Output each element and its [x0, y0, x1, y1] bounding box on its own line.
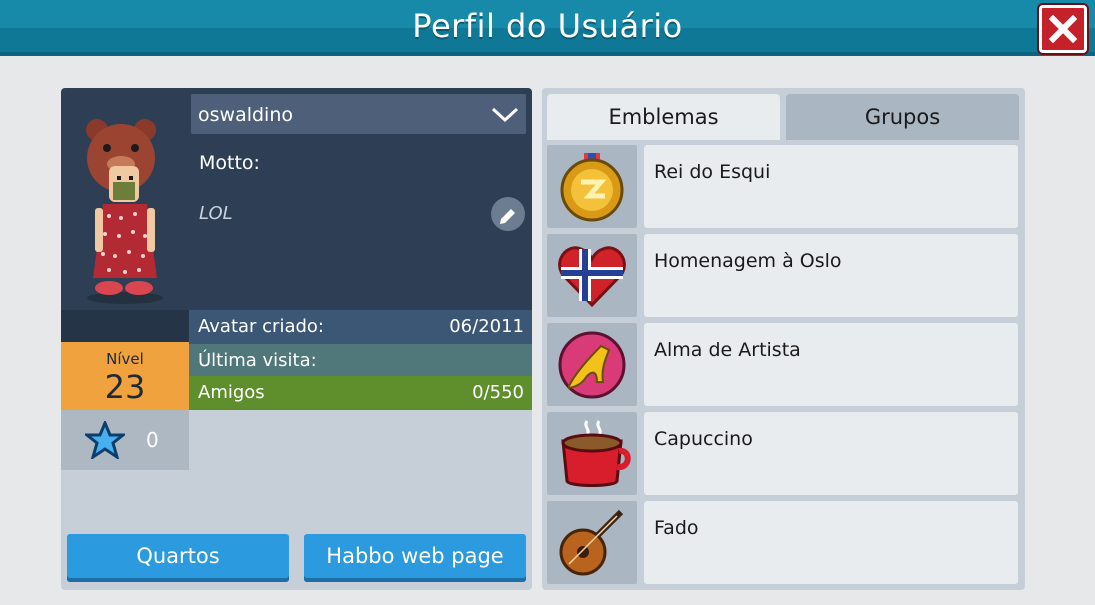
friends-count: 0/550	[472, 382, 524, 403]
chevron-down-icon	[491, 107, 519, 123]
badge-label: Fado	[654, 517, 699, 539]
badge-label-box: Alma de Artista	[644, 323, 1018, 406]
badge-item[interactable]: Rei do Esqui	[547, 145, 1018, 228]
level-value: 23	[104, 368, 146, 406]
avatar	[61, 88, 189, 310]
badge-icon-box	[547, 501, 637, 584]
motto-value: LOL	[199, 203, 233, 224]
profile-info-panel: oswaldino Motto: LOL Avatar criado: 06/2…	[61, 88, 532, 590]
friends-row[interactable]: Amigos 0/550	[189, 376, 532, 410]
motto-label: Motto:	[199, 152, 260, 174]
profile-header: oswaldino Motto: LOL	[189, 88, 532, 310]
close-button[interactable]	[1039, 5, 1087, 53]
user-profile-window: Perfil do Usuário oswaldino Motto: LOL A…	[0, 0, 1095, 605]
avatar-created-value: 06/2011	[449, 316, 524, 337]
badge-item[interactable]: Alma de Artista	[547, 323, 1018, 406]
star-gems: 0	[61, 410, 189, 470]
badge-label: Capuccino	[654, 428, 753, 450]
tab-groups[interactable]: Grupos	[786, 94, 1019, 140]
badge-icon-box	[547, 145, 637, 228]
friends-label: Amigos	[198, 382, 265, 403]
badge-item[interactable]: Homenagem à Oslo	[547, 234, 1018, 317]
web-page-button[interactable]: Habbo web page	[304, 534, 526, 582]
edit-motto-button[interactable]	[491, 197, 525, 231]
high-heel-icon	[558, 331, 626, 399]
badge-label-box: Capuccino	[644, 412, 1018, 495]
badge-item[interactable]: Capuccino	[547, 412, 1018, 495]
star-count: 0	[146, 428, 159, 452]
username: oswaldino	[198, 104, 293, 126]
avatar-footer	[61, 310, 189, 342]
badge-label-box: Fado	[644, 501, 1018, 584]
badge-icon-box	[547, 234, 637, 317]
badge-icon-box	[547, 323, 637, 406]
rooms-button[interactable]: Quartos	[67, 534, 289, 582]
mandolin-icon	[559, 509, 624, 576]
coffee-cup-icon	[561, 420, 631, 487]
gold-medal-icon	[560, 153, 624, 222]
star-icon	[85, 421, 125, 459]
badge-label: Alma de Artista	[654, 339, 801, 361]
last-visit-label: Última visita:	[198, 350, 317, 371]
close-icon	[1049, 15, 1077, 43]
tab-badges[interactable]: Emblemas	[547, 94, 780, 140]
badge-label-box: Rei do Esqui	[644, 145, 1018, 228]
level-badge: Nível 23	[61, 342, 189, 410]
avatar-created-label: Avatar criado:	[198, 316, 324, 337]
badges-panel: Emblemas Grupos Rei do Esqui Homenagem à…	[542, 88, 1025, 590]
level-label: Nível	[106, 350, 144, 368]
badge-item[interactable]: Fado	[547, 501, 1018, 584]
avatar-created-row: Avatar criado: 06/2011	[189, 310, 532, 344]
title-bar-divider	[0, 52, 1095, 56]
badge-icon-box	[547, 412, 637, 495]
last-visit-row: Última visita:	[189, 344, 532, 378]
title-bar[interactable]: Perfil do Usuário	[0, 0, 1095, 56]
badge-label: Rei do Esqui	[654, 161, 771, 183]
window-title: Perfil do Usuário	[412, 7, 683, 45]
username-dropdown[interactable]: oswaldino	[191, 94, 526, 134]
badge-label: Homenagem à Oslo	[654, 250, 842, 272]
norway-heart-icon	[558, 246, 626, 308]
avatar-figure-icon	[86, 119, 163, 304]
pencil-icon	[500, 209, 515, 224]
badge-label-box: Homenagem à Oslo	[644, 234, 1018, 317]
